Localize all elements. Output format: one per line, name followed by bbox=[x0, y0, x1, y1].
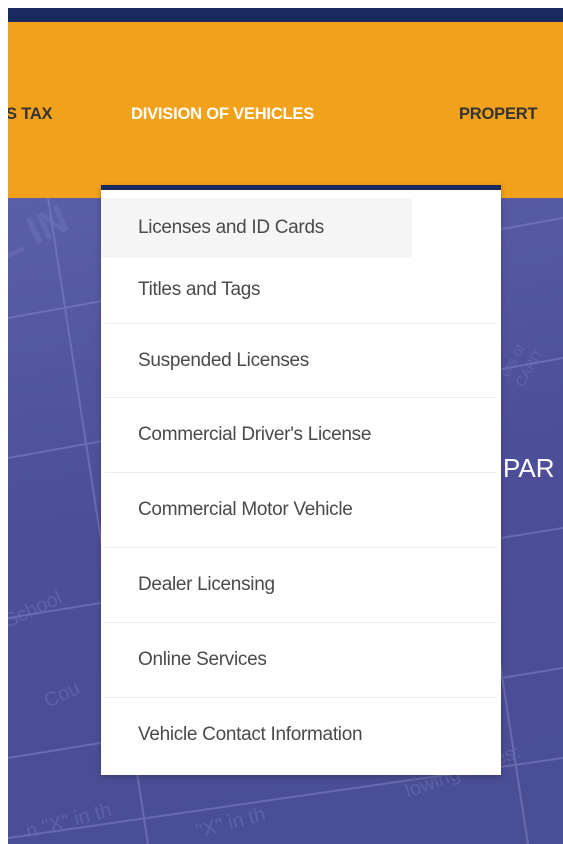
top-accent-bar bbox=[8, 8, 563, 22]
division-of-vehicles-dropdown: Licenses and ID Cards Titles and Tags Su… bbox=[101, 185, 501, 775]
hero-heading-partial: PAR bbox=[503, 453, 555, 483]
menu-item-commercial-motor-vehicle[interactable]: Commercial Motor Vehicle bbox=[101, 473, 501, 547]
menu-item-commercial-drivers-license[interactable]: Commercial Driver's License bbox=[101, 398, 501, 472]
menu-item-vehicle-contact-information[interactable]: Vehicle Contact Information bbox=[101, 698, 501, 772]
nav-item-sales-tax[interactable]: S TAX bbox=[8, 105, 53, 124]
svg-text:School: School bbox=[8, 587, 66, 633]
menu-item-suspended-licenses[interactable]: Suspended Licenses bbox=[101, 324, 501, 397]
menu-item-titles-and-tags[interactable]: Titles and Tags bbox=[101, 258, 501, 322]
main-navigation: S TAX DIVISION OF VEHICLES PROPERT bbox=[8, 22, 563, 198]
nav-item-division-of-vehicles[interactable]: DIVISION OF VEHICLES bbox=[131, 105, 314, 124]
menu-item-online-services[interactable]: Online Services bbox=[101, 623, 501, 697]
menu-item-licenses-and-id-cards[interactable]: Licenses and ID Cards bbox=[101, 198, 412, 258]
nav-item-property[interactable]: PROPERT bbox=[459, 105, 538, 124]
svg-text:L IN: L IN bbox=[8, 198, 75, 268]
menu-item-dealer-licensing[interactable]: Dealer Licensing bbox=[101, 548, 501, 622]
svg-text:n "X" in th: n "X" in th bbox=[24, 799, 114, 843]
svg-text:Cou: Cou bbox=[41, 677, 84, 712]
